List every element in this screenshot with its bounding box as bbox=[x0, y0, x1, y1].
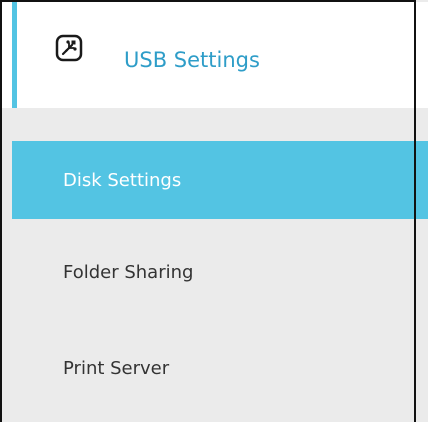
menu-item-disk-settings[interactable]: Disk Settings bbox=[12, 141, 428, 219]
usb-icon bbox=[55, 34, 83, 62]
section-title: USB Settings bbox=[124, 48, 260, 72]
header-accent-bar bbox=[12, 2, 17, 108]
right-border bbox=[414, 0, 416, 422]
top-border bbox=[0, 0, 416, 2]
section-header[interactable]: USB Settings bbox=[2, 2, 428, 108]
menu-item-label: Print Server bbox=[63, 357, 170, 379]
menu-item-label: Folder Sharing bbox=[63, 261, 194, 283]
left-border bbox=[0, 0, 2, 422]
menu-item-folder-sharing[interactable]: Folder Sharing bbox=[12, 233, 428, 311]
usb-settings-panel: USB Settings Disk Settings Folder Sharin… bbox=[0, 0, 428, 422]
menu-item-label: Disk Settings bbox=[63, 169, 182, 191]
menu-item-print-server[interactable]: Print Server bbox=[12, 329, 428, 407]
